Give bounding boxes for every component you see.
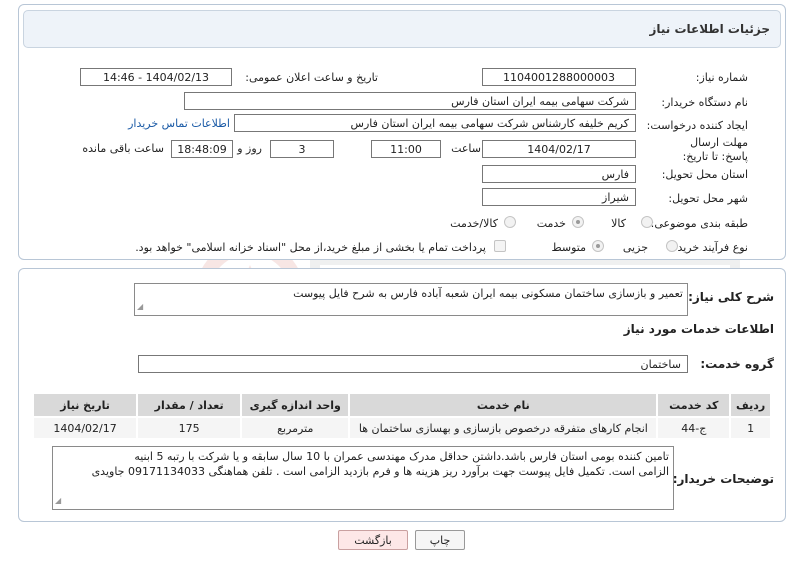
announce-datetime-field[interactable]: 1404/02/13 - 14:46 — [80, 68, 232, 86]
category-radio-goods[interactable] — [641, 216, 653, 228]
service-group-label: گروه خدمت: — [700, 357, 774, 371]
buyer-notes-line-2: الزامی است. تکمیل فایل پیوست جهت برآورد … — [91, 465, 669, 478]
buyer-notes-line-1: تامین کننده بومی استان فارس باشد.داشتن ح… — [134, 450, 669, 463]
resize-grip-icon: ◢ — [55, 496, 62, 505]
print-button[interactable]: چاپ — [415, 530, 465, 550]
city-label: شهر محل تحویل: — [668, 192, 748, 205]
buyer-label: نام دستگاه خریدار: — [661, 96, 748, 109]
creator-label: ایجاد کننده درخواست: — [646, 119, 748, 132]
days-label: روز و — [237, 142, 262, 155]
cell-quantity: 175 — [136, 416, 243, 440]
service-group-field[interactable]: ساختمان — [138, 355, 688, 373]
need-number-field[interactable]: 1104001288000003 — [482, 68, 636, 86]
announce-label: تاریخ و ساعت اعلان عمومی: — [245, 71, 378, 84]
cell-row-number: 1 — [729, 416, 772, 440]
services-table-header: ردیف کد خدمت نام خدمت واحد اندازه گیری ت… — [31, 392, 772, 418]
buyer-contact-link[interactable]: اطلاعات تماس خریدار — [128, 117, 230, 130]
city-field[interactable]: شیراز — [482, 188, 636, 206]
buyer-notes-label: توضیحات خریدار: — [672, 472, 774, 486]
resize-grip-icon: ◢ — [137, 302, 144, 311]
treasury-payment-checkbox[interactable] — [494, 240, 506, 252]
col-service-name: نام خدمت — [348, 392, 659, 418]
col-unit: واحد اندازه گیری — [240, 392, 351, 418]
col-quantity: تعداد / مقدار — [136, 392, 243, 418]
days-remaining-field[interactable]: 3 — [270, 140, 334, 158]
panel-header: جزئیات اطلاعات نیاز — [23, 10, 781, 48]
deadline-date-field[interactable]: 1404/02/17 — [482, 140, 636, 158]
col-service-code: کد خدمت — [656, 392, 732, 418]
col-need-date: تاریخ نیاز — [31, 392, 139, 418]
remaining-time-field[interactable]: 18:48:09 — [171, 140, 233, 158]
services-table: ردیف کد خدمت نام خدمت واحد اندازه گیری ت… — [31, 392, 772, 440]
creator-field[interactable]: کریم خلیفه کارشناس شرکت سهامی بیمه ایران… — [234, 114, 636, 132]
cell-need-date: 1404/02/17 — [31, 416, 139, 440]
payment-note: پرداخت تمام یا بخشی از مبلغ خرید،از محل … — [135, 241, 486, 254]
deadline-time-label: ساعت — [451, 142, 481, 155]
category-option-goods-service: کالا/خدمت — [450, 217, 498, 230]
buyer-field[interactable]: شرکت سهامی بیمه ایران استان فارس — [184, 92, 636, 110]
category-option-service: خدمت — [536, 217, 566, 230]
process-radio-minor[interactable] — [666, 240, 678, 252]
remaining-label: ساعت باقی مانده — [82, 142, 164, 155]
process-label: نوع فرآیند خرید : — [670, 241, 748, 254]
category-option-goods: کالا — [611, 217, 626, 230]
summary-label: شرح کلی نیاز: — [688, 290, 774, 304]
summary-textarea[interactable]: تعمیر و بازسازی ساختمان مسکونی بیمه ایرا… — [134, 283, 688, 316]
col-row-number: ردیف — [729, 392, 772, 418]
services-section-title: اطلاعات خدمات مورد نیاز — [623, 322, 774, 336]
category-label: طبقه بندی موضوعی: — [650, 217, 748, 230]
province-field[interactable]: فارس — [482, 165, 636, 183]
process-option-minor: جزیی — [622, 241, 648, 254]
need-number-label: شماره نیاز: — [695, 71, 748, 84]
buyer-notes-textarea[interactable]: تامین کننده بومی استان فارس باشد.داشتن ح… — [52, 446, 674, 510]
deadline-label: مهلت ارسال پاسخ: تا تاریخ: — [682, 136, 748, 163]
deadline-time-field[interactable]: 11:00 — [371, 140, 441, 158]
panel-title: جزئیات اطلاعات نیاز — [649, 22, 770, 36]
cell-unit: مترمربع — [240, 416, 351, 440]
process-radio-medium[interactable] — [592, 240, 604, 252]
cell-service-name: انجام کارهای متفرقه درخصوص بازسازی و بهس… — [348, 416, 659, 440]
category-radio-goods-service[interactable] — [504, 216, 516, 228]
table-row[interactable]: 1 ج-44 انجام کارهای متفرقه درخصوص بازساز… — [31, 416, 772, 440]
cell-service-code: ج-44 — [656, 416, 732, 440]
category-radio-service[interactable] — [572, 216, 584, 228]
summary-text: تعمیر و بازسازی ساختمان مسکونی بیمه ایرا… — [293, 287, 683, 300]
province-label: استان محل تحویل: — [661, 168, 748, 181]
back-button[interactable]: بازگشت — [338, 530, 408, 550]
process-option-medium: متوسط — [551, 241, 586, 254]
